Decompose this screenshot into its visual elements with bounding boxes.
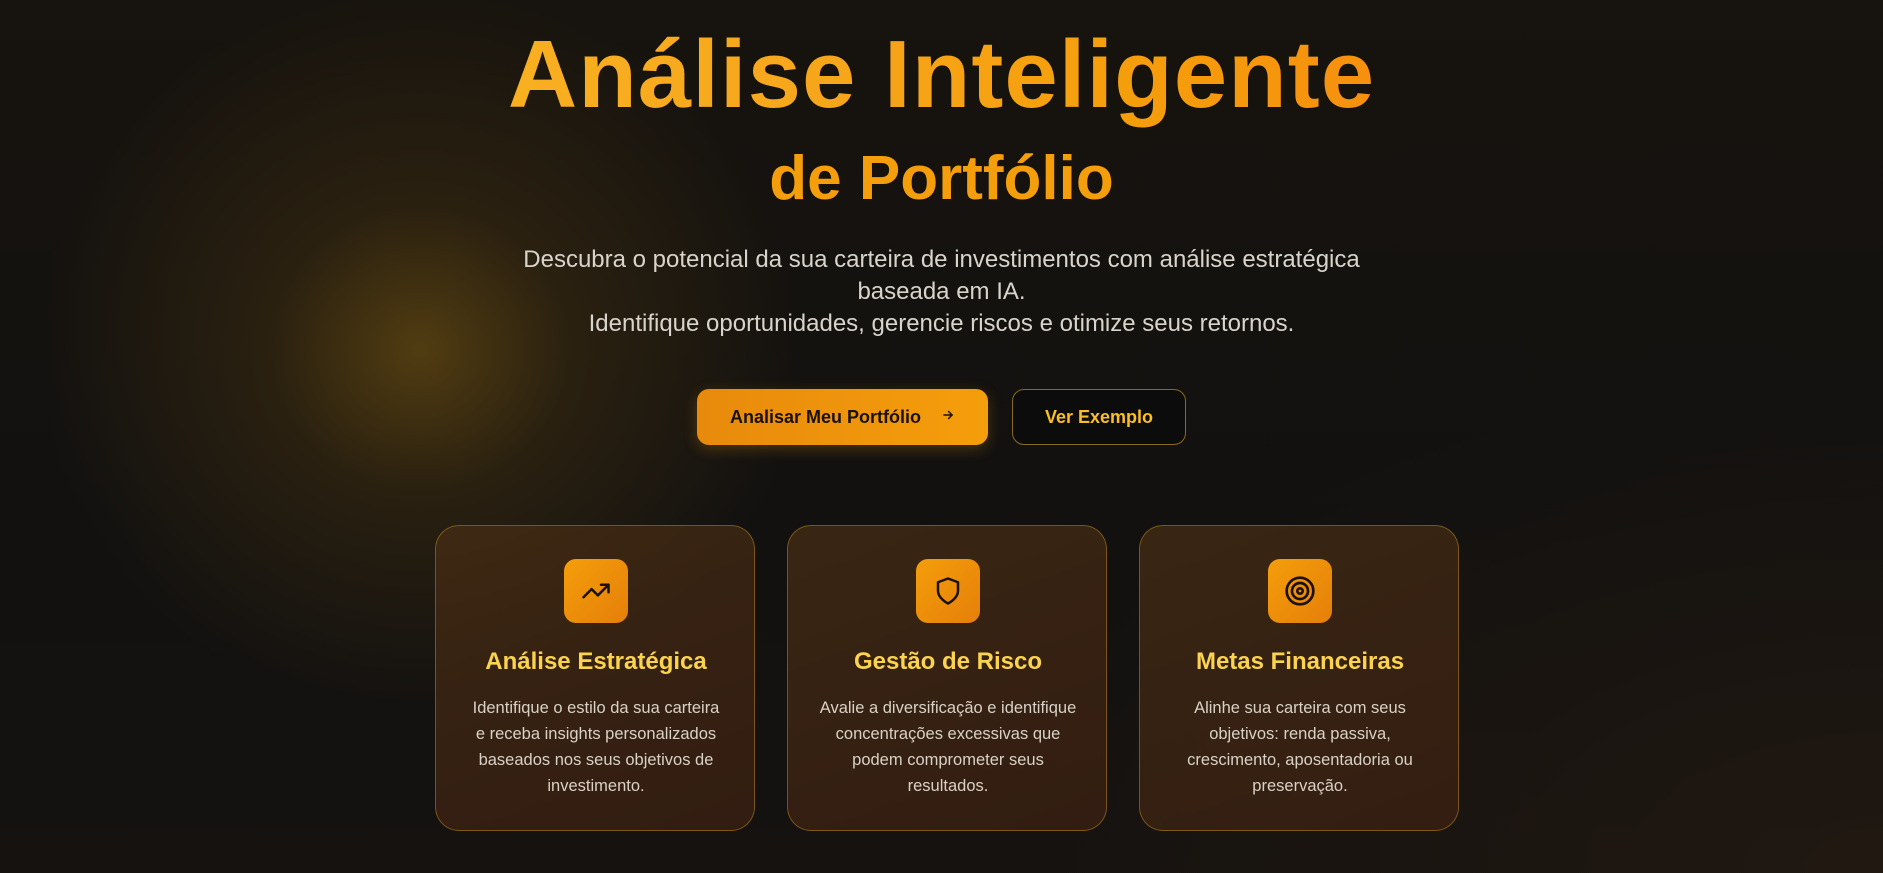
- feature-text: Alinhe sua carteira com seus objetivos: …: [1187, 699, 1413, 795]
- hero-description-line-3: Identifique oportunidades, gerencie risc…: [588, 310, 1295, 337]
- hero-title: Análise Inteligente: [0, 16, 1883, 134]
- arrow-right-icon: [941, 408, 955, 427]
- trending-up-icon: [564, 559, 628, 623]
- feature-text: Avalie a diversificação e identifique co…: [819, 699, 1077, 795]
- feature-card-risk-management: Gestão de Risco Avalie a diversificação …: [787, 525, 1107, 831]
- feature-title: Gestão de Risco: [853, 648, 1043, 675]
- feature-title: Metas Financeiras: [1195, 648, 1405, 675]
- view-example-button[interactable]: Ver Exemplo: [1012, 389, 1186, 445]
- target-icon: [1268, 559, 1332, 623]
- hero-description-line-2: baseada em IA.: [857, 278, 1026, 305]
- features-grid: Análise Estratégica Identifique o estilo…: [435, 525, 1459, 831]
- feature-title: Análise Estratégica: [485, 648, 707, 675]
- feature-card-financial-goals: Metas Financeiras Alinhe sua carteira co…: [1139, 525, 1459, 831]
- cta-group: Analisar Meu Portfólio Ver Exemplo: [0, 389, 1883, 445]
- shield-icon: [916, 559, 980, 623]
- hero-description-line-1: Descubra o potencial da sua carteira de …: [523, 246, 1360, 273]
- feature-card-strategic-analysis: Análise Estratégica Identifique o estilo…: [435, 525, 755, 831]
- feature-text: Identifique o estilo da sua carteira e r…: [472, 699, 720, 795]
- hero-subtitle: de Portfólio: [769, 144, 1114, 213]
- analyze-portfolio-label: Analisar Meu Portfólio: [729, 406, 922, 427]
- hero-description: Descubra o potencial da sua carteira de …: [0, 244, 1883, 340]
- analyze-portfolio-button[interactable]: Analisar Meu Portfólio: [697, 389, 988, 445]
